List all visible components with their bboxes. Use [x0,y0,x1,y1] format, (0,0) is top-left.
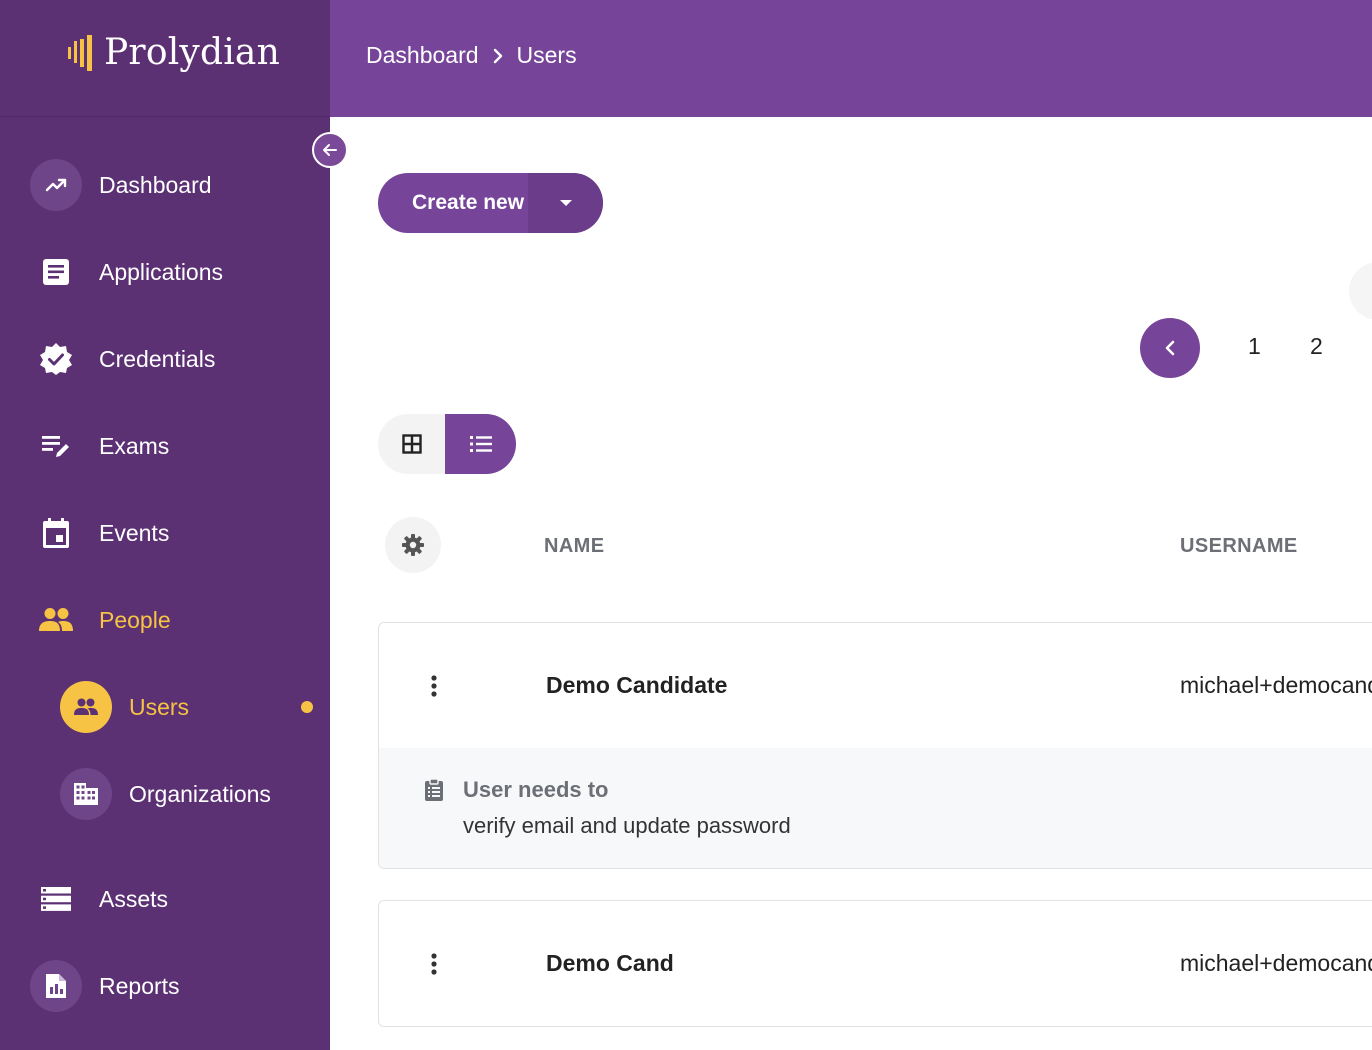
logo[interactable]: Prolydian [66,32,280,73]
column-header-name[interactable]: NAME [544,535,605,558]
sidebar-item-label: Reports [99,972,180,999]
breadcrumb-dashboard[interactable]: Dashboard [366,42,479,69]
sidebar-item-label: Assets [99,885,169,912]
sidebar-item-label: Credentials [99,345,216,372]
sidebar-item-label: Organizations [129,780,271,807]
list-icon [469,436,492,452]
table-row-main: Demo Cand michael+democand [379,901,1372,1026]
logo-mark-icon [68,34,92,71]
sidebar-item-credentials[interactable]: Credentials [30,333,215,385]
chevron-left-icon [1165,340,1175,356]
top-bar: Dashboard Users [330,0,1372,117]
sidebar-item-organizations[interactable]: Organizations [60,768,271,820]
table-row-main: Demo Candidate michael+democandidate [379,623,1372,748]
table-row[interactable]: Demo Candidate michael+democandidate Use… [378,622,1372,869]
active-indicator [301,701,313,713]
note-text: verify email and update password [463,813,791,838]
create-options-dropdown[interactable] [528,173,603,233]
sidebar-item-assets[interactable]: Assets [30,873,168,925]
pagination-prev-button[interactable] [1140,318,1200,378]
calendar-icon [30,507,82,559]
sidebar-item-events[interactable]: Events [30,507,169,559]
grid-icon [401,434,422,454]
view-toggle [378,414,516,474]
verified-badge-icon [30,333,82,385]
sidebar: Prolydian Dashboard Applications Credent… [0,0,330,1050]
document-icon [30,246,82,298]
pagination-page-1[interactable]: 1 [1248,333,1261,360]
report-icon [30,960,82,1012]
user-status-note: User needs to verify email and update pa… [379,748,1372,868]
edit-list-icon [30,420,82,472]
sidebar-item-label: Exams [99,432,170,459]
chevron-right-icon [491,47,505,65]
sidebar-item-people[interactable]: People [30,594,171,646]
sidebar-item-label: Events [99,519,170,546]
breadcrumb-users: Users [516,42,577,68]
search-toggle[interactable] [1349,262,1372,320]
logo-text: Prolydian [104,32,280,73]
table-row[interactable]: Demo Cand michael+democand [378,900,1372,1027]
building-icon [60,768,112,820]
sidebar-item-label: Dashboard [99,171,212,198]
sidebar-item-reports[interactable]: Reports [30,960,180,1012]
pagination-page-2[interactable]: 2 [1310,333,1323,360]
arrow-left-icon [323,144,337,156]
row-actions-button[interactable] [423,673,445,699]
list-view-button[interactable] [445,414,516,474]
more-vertical-icon [431,675,437,697]
gear-icon [402,534,424,556]
sidebar-item-applications[interactable]: Applications [30,246,223,298]
sidebar-item-label: Users [129,693,190,720]
user-name[interactable]: Demo Cand [546,950,674,977]
sidebar-item-label: People [99,606,171,633]
collapse-sidebar-button[interactable] [312,132,348,168]
column-header-username[interactable]: USERNAME [1180,535,1298,558]
sidebar-item-users[interactable]: Users [60,681,189,733]
user-username: michael+democandidate [1180,672,1372,698]
user-username: michael+democand [1180,950,1372,976]
clipboard-icon [424,778,444,807]
create-new-button[interactable]: Create new [378,173,603,233]
create-new-label: Create new [412,191,525,214]
sidebar-item-exams[interactable]: Exams [30,420,169,472]
breadcrumb: Dashboard Users [366,42,577,69]
user-name[interactable]: Demo Candidate [546,672,727,699]
note-title: User needs to [463,777,609,802]
server-icon [30,873,82,925]
column-settings-button[interactable] [385,517,441,573]
users-icon [60,681,112,733]
sidebar-item-label: Applications [99,258,224,285]
caret-down-icon [559,200,572,206]
people-icon [30,594,82,646]
grid-view-button[interactable] [378,414,445,474]
trending-up-icon [30,159,82,211]
more-vertical-icon [431,953,437,975]
logo-area: Prolydian [0,0,330,117]
sidebar-item-dashboard[interactable]: Dashboard [30,159,212,211]
row-actions-button[interactable] [423,951,445,977]
